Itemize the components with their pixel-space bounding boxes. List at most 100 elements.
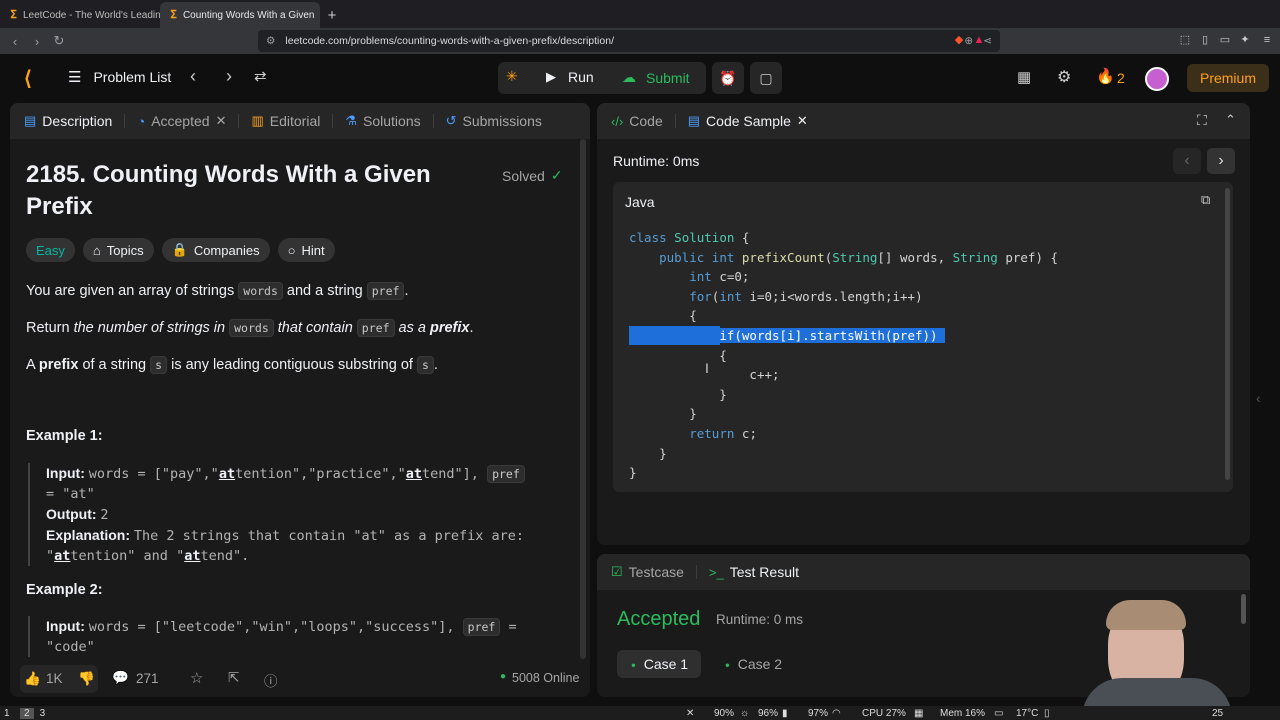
site-info-icon[interactable]: ⚙ [266,35,275,47]
premium-button[interactable]: Premium [1187,64,1269,92]
scrollbar[interactable] [580,139,586,659]
volume-value: 90% [714,707,735,719]
timer-icon[interactable]: ⏰ [712,62,744,94]
browser-tab-leetcode-home[interactable]: ⵉ LeetCode - The World's Leading ✕ [0,2,160,28]
code-line: { [629,308,697,324]
rewards-icon[interactable]: ▲ [972,33,986,47]
tab-accepted[interactable]: ◔ Accepted ✕ [131,103,232,139]
run-button[interactable]: ▶ Run [546,69,594,85]
cpu-value: CPU 27% [862,707,906,719]
layout-icon[interactable]: ▦ [1017,68,1031,86]
workspace-1[interactable]: 1 [4,708,16,719]
debug-icon[interactable]: ✳ [506,68,518,85]
close-tab-icon[interactable]: ✕ [797,113,808,129]
workspace-2[interactable]: 2 [20,707,34,719]
copy-icon[interactable]: ⧉ [1201,192,1210,208]
tab-test-result[interactable]: >_ Test Result [703,554,805,590]
shuffle-icon[interactable]: ⇄ [254,67,267,85]
notes-icon[interactable]: ▢ [750,62,782,94]
tab-editorial[interactable]: ▥ Editorial [245,103,326,139]
leo-icon[interactable]: ✦ [1238,33,1252,47]
comment-icon[interactable]: 💬 [112,670,129,686]
text: tention" and " [70,548,185,564]
code-line: public int prefixCount(String[] words, S… [659,249,1059,265]
forward-icon[interactable]: › [26,34,48,49]
text: as a [398,320,426,336]
lock-icon: 🔒 [171,242,188,257]
code-language-label: Java [625,194,655,210]
avatar[interactable] [1145,67,1169,91]
case-status-dot-icon: ● [725,660,730,670]
address-bar[interactable]: ⚙ leetcode.com/problems/counting-words-w… [258,30,1000,52]
prev-problem-icon[interactable]: ‹ [190,66,196,87]
settings-gear-icon[interactable]: ⚙ [1057,67,1071,87]
code-line: return c; [689,426,757,441]
code-tabs: ‹/› Code ▤ Code Sample ✕ ⛶ ⌃ [597,103,1250,139]
menu-icon[interactable]: ≡ [1260,33,1274,47]
tab-description[interactable]: ▤ Description [18,103,118,139]
text: = "at" [46,486,95,502]
checkbox-icon: ☑ [611,564,623,579]
tab-solutions[interactable]: ⚗ Solutions [339,103,426,139]
browser-tab-strip: ⵉ LeetCode - The World's Leading ✕ ⵉ Cou… [0,0,1280,28]
share-icon[interactable]: ⇱ [228,670,239,686]
text: at [405,466,423,482]
code-block[interactable]: Java ⧉ class Solution { public int prefi… [613,182,1233,492]
brave-shield-icon[interactable]: ◆ [952,33,966,47]
input-label: Input: [46,618,85,634]
next-problem-icon[interactable]: › [226,66,232,87]
result-scrollbar[interactable] [1241,594,1246,624]
sidebar-icon[interactable]: ▯ [1198,33,1212,47]
thumbs-down-icon[interactable]: 👎 [78,671,95,687]
wallet-icon[interactable]: ▭ [1218,33,1232,47]
collapse-icon[interactable]: ⌃ [1225,112,1236,128]
extensions-icon[interactable]: ⬚ [1178,33,1192,47]
browser-tab-problem[interactable]: ⵉ Counting Words With a Given ✕ [160,2,320,28]
tab-code[interactable]: ‹/› Code [605,103,669,139]
difficulty-badge[interactable]: Easy [26,238,75,262]
mute-icon[interactable]: ✕ [686,708,694,719]
star-icon[interactable]: ☆ [190,669,203,687]
tab-code-sample[interactable]: ▤ Code Sample ✕ [682,103,814,139]
case-status-dot-icon: ● [631,660,636,670]
document-icon: ▤ [24,113,37,128]
result-runtime: Runtime: 0 ms [716,612,804,627]
prev-sample-button[interactable]: ‹ [1173,148,1201,174]
text: at [54,548,71,564]
maximize-icon[interactable]: ⛶ [1197,112,1207,129]
code-icon: ‹/› [611,113,624,129]
code-scrollbar[interactable] [1225,188,1230,480]
streak-flame-icon[interactable]: 🔥 [1096,67,1115,85]
close-tab-icon[interactable]: ✕ [216,113,227,129]
side-panel-arrow-icon[interactable]: ‹ [1256,390,1261,406]
new-tab-button[interactable]: + [320,2,344,28]
text: tend"], [422,466,479,482]
wifi-icon: ◠ [832,707,841,719]
text: that contain [277,320,353,336]
tab-label: Test Result [729,564,799,580]
text: . [433,357,438,373]
tab-submissions[interactable]: ↺ Submissions [440,103,548,139]
tab-testcase[interactable]: ☑ Testcase [605,554,690,590]
title-line: 2185. Counting Words With a Given [26,161,431,188]
code-line: } [629,406,697,422]
inline-code: words [229,319,274,337]
hint-chip[interactable]: ○ Hint [277,238,335,262]
companies-chip[interactable]: 🔒 Companies [161,238,270,262]
case-1-button[interactable]: ● Case 1 [617,650,701,678]
description-paragraph: You are given an array of strings words … [26,280,566,302]
next-sample-button[interactable]: › [1207,148,1235,174]
back-icon[interactable]: ‹ [4,34,26,49]
leetcode-logo-icon[interactable]: ⟨ [24,66,32,91]
reload-icon[interactable]: ↻ [48,33,70,49]
topics-chip[interactable]: ⌂ Topics [82,238,154,262]
workspace-3[interactable]: 3 [40,708,46,719]
case-label: Case 1 [643,656,689,672]
case-2-button[interactable]: ● Case 2 [713,650,797,678]
mic-icon: ▮ [782,707,788,719]
example-2-title: Example 2: [26,582,103,598]
help-icon[interactable]: ⓘ [264,670,278,690]
text: words = ["pay"," [88,466,219,482]
problem-list-button[interactable]: ☰ Problem List [68,68,171,86]
submit-button[interactable]: ☁ Submit [622,69,690,86]
